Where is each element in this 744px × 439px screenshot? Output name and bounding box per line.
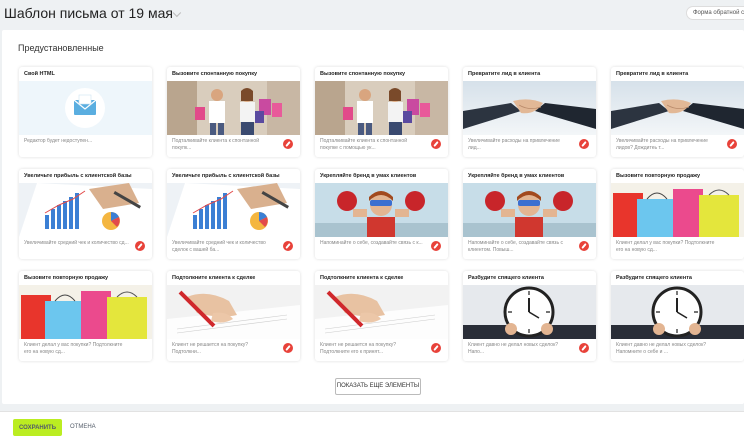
edit-title-icon[interactable] xyxy=(172,8,182,18)
template-preview-image[interactable] xyxy=(463,81,596,135)
edit-pencil-icon[interactable] xyxy=(431,343,441,353)
template-preview-image[interactable] xyxy=(463,285,596,339)
template-card-title: Превратите лид в клиента xyxy=(468,71,541,77)
template-preview-image[interactable] xyxy=(315,183,448,237)
edit-pencil-icon[interactable] xyxy=(579,241,589,251)
footer-bar: СОХРАНИТЬ ОТМЕНА xyxy=(0,411,744,439)
template-preview-image[interactable] xyxy=(19,183,152,237)
template-preview-image[interactable] xyxy=(19,81,152,135)
section-title: Предустановленные xyxy=(18,43,104,53)
edit-pencil-icon[interactable] xyxy=(579,139,589,149)
template-preview-image[interactable] xyxy=(463,183,596,237)
template-card-title: Вызовите повторную продажу xyxy=(616,173,701,179)
template-card-description: Клиент не решается на покупку? Подтолкни… xyxy=(172,342,248,355)
template-card-title: Укрепляйте бренд в умах клиентов xyxy=(320,173,417,179)
page-header: Шаблон письма от 19 мая Форма обратной с… xyxy=(0,0,744,30)
template-card-title: Увеличьте прибыль с клиентской базы xyxy=(24,173,132,179)
template-card-title: Вызовите спонтанную покупку xyxy=(172,71,258,77)
template-preview-image[interactable] xyxy=(315,81,448,135)
template-card[interactable]: Разбудите спящего клиента Клиент давно не… xyxy=(463,271,596,361)
edit-pencil-icon[interactable] xyxy=(283,343,293,353)
edit-pencil-icon[interactable] xyxy=(431,139,441,149)
template-card-description: Подталкивайте клиента к спонтанной покуп… xyxy=(172,138,260,151)
template-card-title: Вызовите спонтанную покупку xyxy=(320,71,406,77)
template-card[interactable]: Вызовите повторную продажу Клиент делал у… xyxy=(19,271,152,361)
template-card-description: Увеличивайте расходы на привлечение лид.… xyxy=(468,138,560,151)
edit-pencil-icon[interactable] xyxy=(283,139,293,149)
template-preview-image[interactable] xyxy=(611,183,744,237)
template-card[interactable]: Подтолкните клиента к сделке Клиент не ре… xyxy=(315,271,448,361)
page-title: Шаблон письма от 19 мая xyxy=(4,5,182,21)
page-title-text: Шаблон письма от 19 мая xyxy=(4,5,173,21)
edit-pencil-icon[interactable] xyxy=(431,241,441,251)
edit-pencil-icon[interactable] xyxy=(727,139,737,149)
template-card-description: Увеличивайте расходы на привлечение лидо… xyxy=(616,138,708,151)
edit-pencil-icon[interactable] xyxy=(283,241,293,251)
template-card-title: Подтолкните клиента к сделке xyxy=(320,275,404,281)
template-card-description: Клиент давно не делал новых сделок? Напо… xyxy=(616,342,707,355)
template-card-title: Вызовите повторную продажу xyxy=(24,275,109,281)
template-card-title: Разбудите спящего клиента xyxy=(468,275,544,281)
template-card[interactable]: Вызовите спонтанную покупку Подталкивайте… xyxy=(167,67,300,157)
template-card-description: Увеличивайте средний чек и количество сд… xyxy=(172,240,266,253)
template-card-description: Редактор будет недоступен... xyxy=(24,138,93,144)
template-card[interactable]: Увеличьте прибыль с клиентской базы Увели… xyxy=(19,169,152,259)
template-card[interactable]: Подтолкните клиента к сделке Клиент не ре… xyxy=(167,271,300,361)
template-preview-image[interactable] xyxy=(611,81,744,135)
template-card-description: Клиент не решается на покупку? Подтолкни… xyxy=(320,342,396,355)
template-card-title: Превратите лид в клиента xyxy=(616,71,689,77)
template-card-title: Разбудите спящего клиента xyxy=(616,275,692,281)
show-more-button[interactable]: ПОКАЗАТЬ ЕЩЕ ЭЛЕМЕНТЫ xyxy=(335,378,421,395)
template-card[interactable]: Вызовите повторную продажу Клиент делал у… xyxy=(611,169,744,259)
template-preview-image[interactable] xyxy=(19,285,152,339)
template-card-description: Увеличивайте средний чек и количество сд… xyxy=(24,240,129,246)
template-preview-image[interactable] xyxy=(315,285,448,339)
template-card-title: Подтолкните клиента к сделке xyxy=(172,275,256,281)
template-card[interactable]: Разбудите спящего клиента Клиент давно не… xyxy=(611,271,744,361)
template-preview-image[interactable] xyxy=(167,81,300,135)
form-badge[interactable]: Форма обратной связ xyxy=(686,6,744,20)
template-card[interactable]: Вызовите спонтанную покупку Подталкивайте… xyxy=(315,67,448,157)
template-card[interactable]: Укрепляйте бренд в умах клиентов Напомина… xyxy=(463,169,596,259)
edit-pencil-icon[interactable] xyxy=(135,241,145,251)
save-button[interactable]: СОХРАНИТЬ xyxy=(13,419,62,436)
template-preview-image[interactable] xyxy=(167,285,300,339)
template-card[interactable]: Свой HTML Редактор будет недоступен... xyxy=(19,67,152,157)
template-card-description: Клиент делал у вас покупки? Подтолкните … xyxy=(24,342,123,355)
template-card-description: Клиент делал у вас покупки? Подтолкните … xyxy=(616,240,715,253)
template-card-description: Напоминайте о себе, создавайте связь с к… xyxy=(320,240,423,246)
template-card[interactable]: Превратите лид в клиента Увеличивайте рас… xyxy=(463,67,596,157)
template-card[interactable]: Увеличьте прибыль с клиентской базы Увели… xyxy=(167,169,300,259)
template-card-title: Укрепляйте бренд в умах клиентов xyxy=(468,173,565,179)
cancel-link[interactable]: ОТМЕНА xyxy=(70,424,96,430)
template-card[interactable]: Укрепляйте бренд в умах клиентов Напомина… xyxy=(315,169,448,259)
template-card-title: Свой HTML xyxy=(24,71,55,77)
template-card-title: Увеличьте прибыль с клиентской базы xyxy=(172,173,280,179)
edit-pencil-icon[interactable] xyxy=(579,343,589,353)
template-card-description: Подталкивайте клиента к спонтанной покуп… xyxy=(320,138,408,151)
templates-panel: Предустановленные Свой HTML Редактор буде… xyxy=(2,30,744,404)
template-preview-image[interactable] xyxy=(611,285,744,339)
template-card[interactable]: Превратите лид в клиента Увеличивайте рас… xyxy=(611,67,744,157)
template-card-description: Клиент давно не делал новых сделок? Напо… xyxy=(468,342,559,355)
template-card-description: Напоминайте о себе, создавайте связь с к… xyxy=(468,240,563,253)
template-preview-image[interactable] xyxy=(167,183,300,237)
